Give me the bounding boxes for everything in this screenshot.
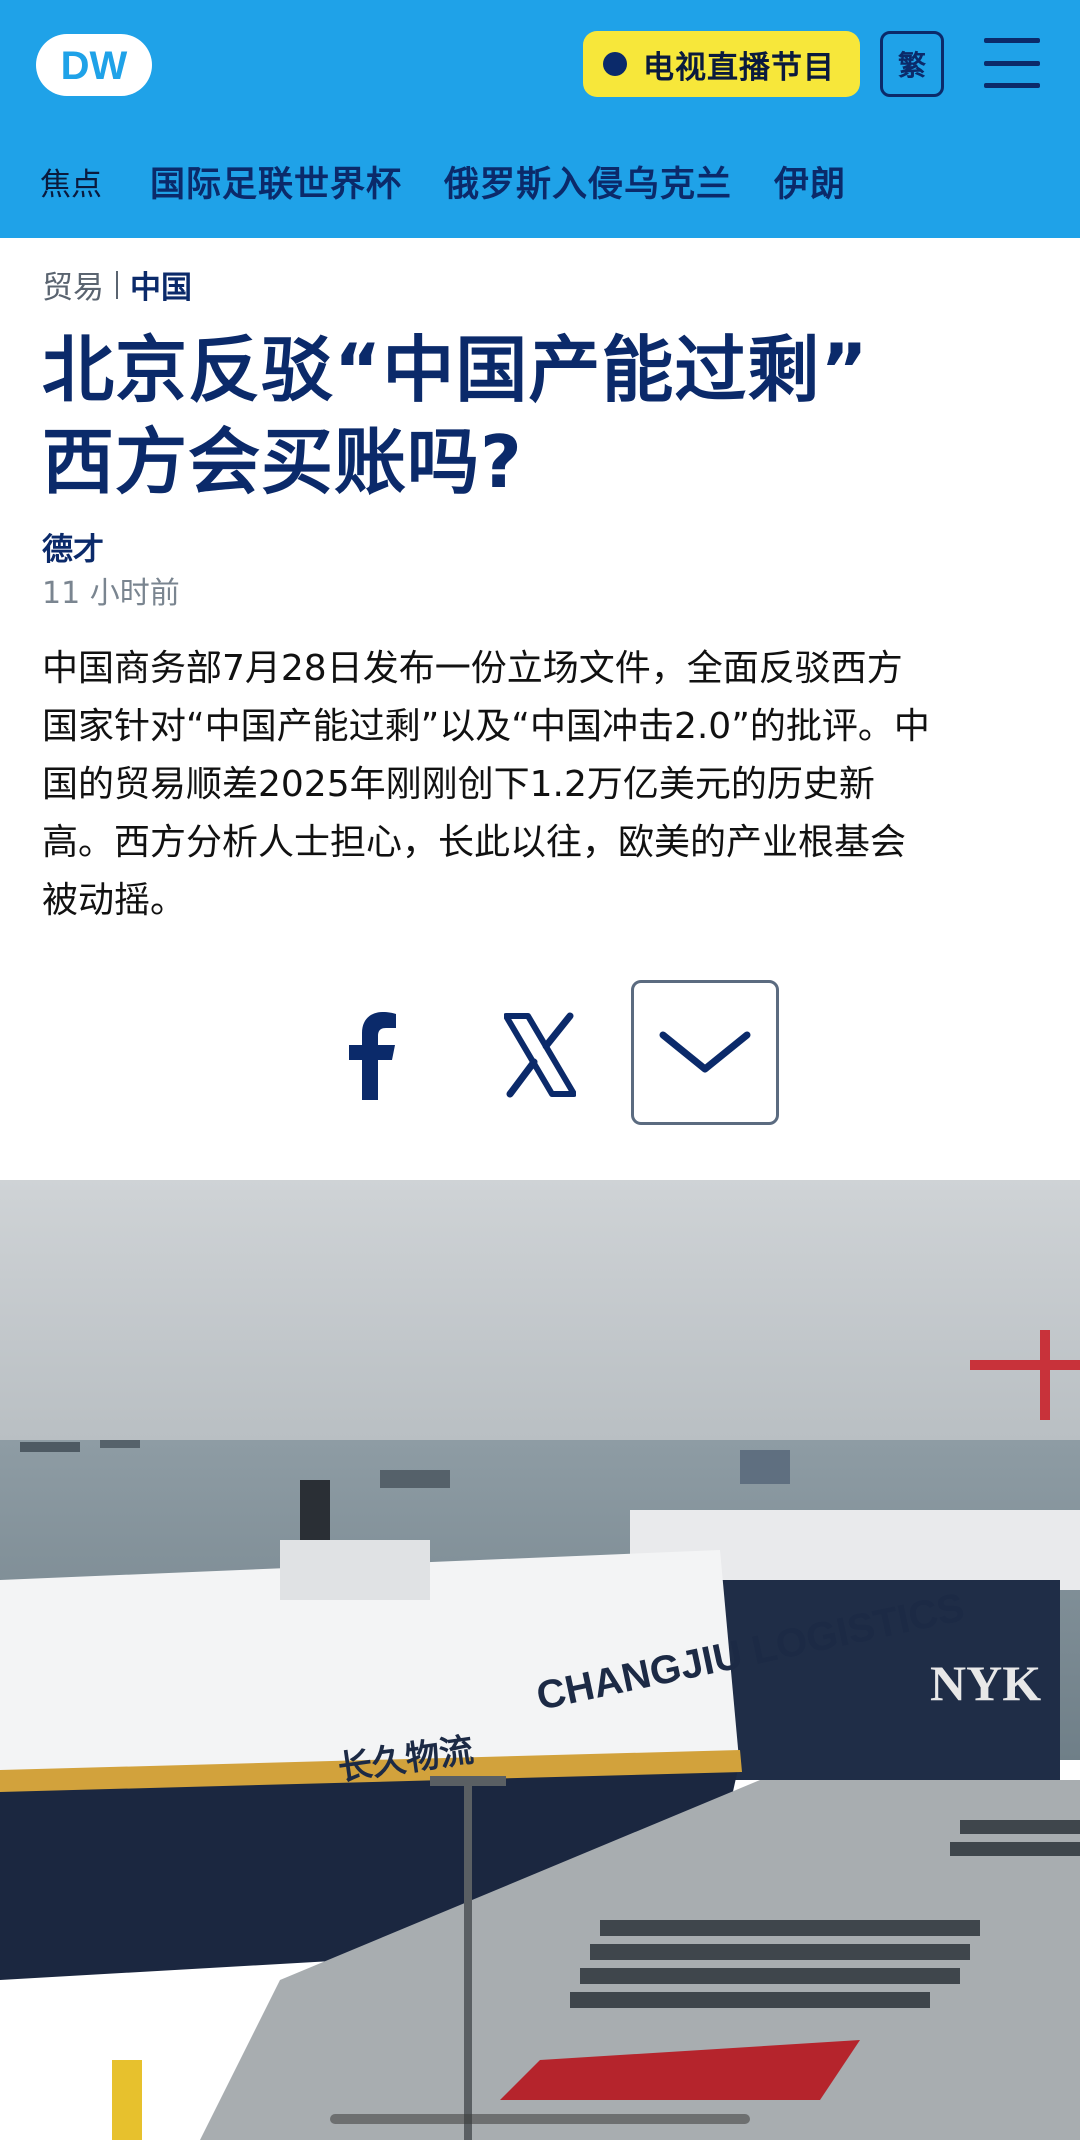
- hamburger-menu-icon[interactable]: [984, 38, 1040, 88]
- nav-focus-label: 焦点: [40, 166, 102, 203]
- author-name[interactable]: 德才: [42, 524, 104, 569]
- nav-link-russia-ukraine[interactable]: 俄罗斯入侵乌克兰: [444, 156, 732, 207]
- dw-logo[interactable]: DW: [34, 32, 154, 98]
- publish-time: 11 小时前: [42, 576, 180, 611]
- headline-line: 西方会买账吗?: [42, 420, 523, 504]
- article-lead: 中国商务部7月28日发布一份立场文件，全面反驳西方 国家针对“中国产能过剩”以及…: [42, 640, 1042, 930]
- nav-link-world-cup[interactable]: 国际足联世界杯: [150, 156, 402, 207]
- breadcrumb-china[interactable]: 中国: [130, 262, 192, 307]
- lead-line: 国家针对“中国产能过剩”以及“中国冲击2.0”的批评。中: [42, 706, 930, 747]
- top-header: DW 电视直播节目 繁 焦点 国际足联世界杯 俄罗斯入侵乌克兰 伊朗: [0, 0, 1080, 238]
- live-tv-button[interactable]: 电视直播节目: [583, 31, 860, 97]
- logo-text: DW: [61, 44, 128, 88]
- live-dot-icon: [603, 52, 627, 76]
- lead-line: 国的贸易顺差2025年刚刚创下1.2万亿美元的历史新: [42, 764, 875, 805]
- breadcrumb-divider: [116, 270, 118, 299]
- article-headline: 北京反驳“中国产能过剩” 西方会买账吗?: [42, 324, 1042, 508]
- lead-line: 中国商务部7月28日发布一份立场文件，全面反驳西方: [42, 648, 903, 689]
- live-tv-label: 电视直播节目: [643, 49, 835, 86]
- focus-nav: 焦点 国际足联世界杯 俄罗斯入侵乌克兰 伊朗: [40, 156, 888, 206]
- breadcrumb-trade[interactable]: 贸易: [42, 262, 104, 307]
- facebook-icon[interactable]: [338, 1010, 408, 1100]
- menu-line: [984, 38, 1040, 43]
- language-label: 繁: [897, 49, 926, 82]
- lead-line: 高。西方分析人士担心，长此以往，欧美的产业根基会: [42, 822, 907, 863]
- breadcrumb: 贸易 中国: [42, 262, 192, 307]
- ship-lettering-nyk: NYK: [930, 1655, 1041, 1711]
- nav-link-iran[interactable]: 伊朗: [774, 156, 846, 207]
- chevron-down-icon: [659, 1031, 751, 1072]
- article-hero-image[interactable]: NYK CHANGJIU LOGISTICS 长久物流: [0, 1180, 1080, 2140]
- home-indicator: [330, 2114, 750, 2124]
- headline-line: 北京反驳“中国产能过剩”: [42, 328, 869, 412]
- menu-line: [984, 60, 1040, 66]
- traditional-chinese-button[interactable]: 繁: [880, 31, 944, 97]
- menu-line: [984, 83, 1040, 88]
- more-share-button[interactable]: [631, 980, 779, 1125]
- x-icon[interactable]: [504, 1012, 576, 1098]
- lead-line: 被动摇。: [42, 880, 187, 921]
